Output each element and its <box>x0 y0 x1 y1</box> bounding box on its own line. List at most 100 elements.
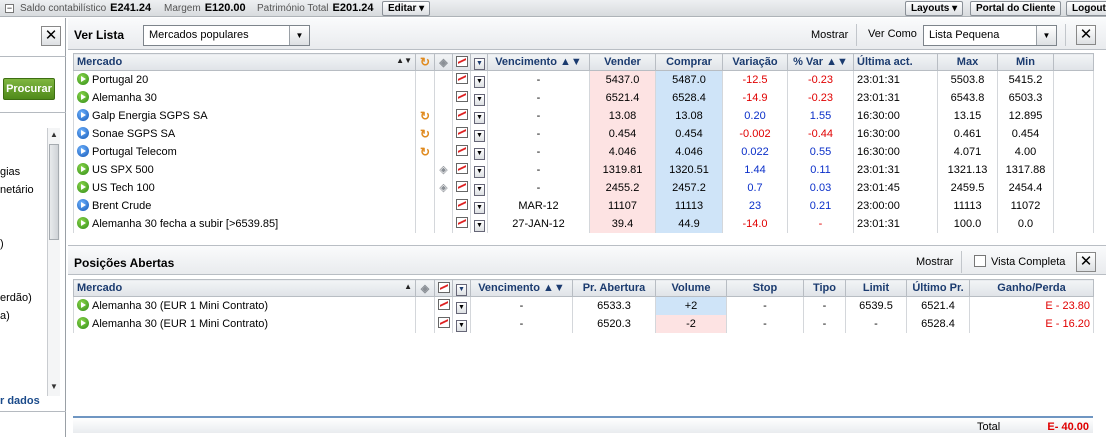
sort-icon[interactable]: ▲▼ <box>543 282 565 294</box>
dropdown-icon[interactable]: ▼ <box>474 93 485 106</box>
chevron-down-icon[interactable]: ▼ <box>289 26 309 45</box>
play-icon[interactable] <box>77 127 89 139</box>
menu-cell[interactable]: ▼ <box>470 124 488 143</box>
market-name-cell[interactable]: US Tech 100 <box>73 178 416 197</box>
col-vender[interactable]: Vender <box>589 53 656 71</box>
col-comprar[interactable]: Comprar <box>655 53 723 71</box>
positions-mostrar-button[interactable]: Mostrar <box>916 256 953 268</box>
menu-cell[interactable]: ▼ <box>470 214 488 233</box>
table-row[interactable]: Alemanha 30 fecha a subir [>6539.85] ▼ 27-… <box>73 214 1094 233</box>
table-row[interactable]: Portugal Telecom ↻ ▼ -4.046 4.046 0.022 0.55 16… <box>73 142 1094 161</box>
scrollbar[interactable]: ▲ ▼ <box>47 128 60 396</box>
menu-cell[interactable]: ▼ <box>470 70 488 89</box>
sell-price-cell[interactable]: 13.08 <box>589 106 656 125</box>
limit-cell[interactable]: - <box>845 314 907 333</box>
close-icon[interactable]: ✕ <box>1076 25 1096 45</box>
table-row[interactable]: Galp Energia SGPS SA ↻ ▼ -13.08 13.08 0.20 1.5… <box>73 106 1094 125</box>
col-pvar[interactable]: % Var ▲▼ <box>787 53 854 71</box>
chart-icon[interactable] <box>438 299 450 311</box>
menu-cell[interactable]: ▼ <box>470 160 488 179</box>
dropdown-icon[interactable]: ▼ <box>456 301 467 314</box>
sort-icon[interactable]: ▲ <box>404 282 412 291</box>
menu-cell[interactable]: ▼ <box>470 142 488 161</box>
market-name-cell[interactable]: Portugal Telecom <box>73 142 416 161</box>
market-name-cell[interactable]: US SPX 500 <box>73 160 416 179</box>
buy-price-cell[interactable]: 5487.0 <box>655 70 723 89</box>
col-tipo[interactable]: Tipo <box>803 279 846 297</box>
dropdown-icon[interactable]: ▼ <box>474 219 485 232</box>
menu-cell[interactable]: ▼ <box>470 196 488 215</box>
position-market-name[interactable]: Alemanha 30 (EUR 1 Mini Contrato) <box>92 300 268 312</box>
play-icon[interactable] <box>77 199 89 211</box>
chart-cell[interactable] <box>452 70 471 89</box>
limit-cell[interactable]: 6539.5 <box>845 296 907 315</box>
chart-cell[interactable] <box>452 214 471 233</box>
market-name[interactable]: US SPX 500 <box>92 164 154 176</box>
chart-icon[interactable] <box>456 91 468 102</box>
menu-cell[interactable]: ▼ <box>470 106 488 125</box>
portal-cliente-button[interactable]: Portal do Cliente <box>970 1 1062 16</box>
chart-icon[interactable] <box>456 199 468 210</box>
chart-cell[interactable] <box>434 296 453 315</box>
table-row[interactable]: Alemanha 30 ▼ -6521.4 6528.4 -14.9 -0.23 23:01… <box>73 88 1094 107</box>
stop-cell[interactable]: - <box>726 296 804 315</box>
list-item[interactable]: ) <box>0 238 4 250</box>
chart-icon[interactable] <box>456 73 468 85</box>
sync-icon[interactable]: ↻ <box>420 127 430 141</box>
buy-price-cell[interactable]: 0.454 <box>655 124 723 143</box>
dropdown-icon[interactable]: ▼ <box>456 319 467 332</box>
dropdown-icon[interactable]: ▼ <box>474 201 485 214</box>
market-name[interactable]: Alemanha 30 fecha a subir [>6539.85] <box>92 218 278 230</box>
market-name[interactable]: US Tech 100 <box>92 182 155 194</box>
table-row[interactable]: Brent Crude ▼ MAR-12 11107 11113 23 0.21 23:00:… <box>73 196 1094 215</box>
col-stop[interactable]: Stop <box>726 279 804 297</box>
chart-cell[interactable] <box>452 106 471 125</box>
sync-icon[interactable]: ↻ <box>420 109 430 123</box>
dropdown-icon[interactable]: ▼ <box>474 75 485 88</box>
menu-cell[interactable]: ▼ <box>470 178 488 197</box>
scroll-down-icon[interactable]: ▼ <box>50 382 58 391</box>
sort-icon[interactable]: ▲▼ <box>826 56 848 68</box>
col-ultimo-pr[interactable]: Último Pr. <box>906 279 970 297</box>
watchlist-select[interactable]: Mercados populares ▼ <box>143 25 310 46</box>
sort-icon[interactable]: ▲▼ <box>560 56 582 68</box>
table-row[interactable]: US Tech 100 ◈ ▼ -2455.2 2457.2 0.7 0.03 23:01:4… <box>73 178 1094 197</box>
stop-cell[interactable]: - <box>726 314 804 333</box>
table-row[interactable]: Sonae SGPS SA ↻ ▼ -0.454 0.454 -0.002 -0.44 16:… <box>73 124 1094 143</box>
col-vencimento[interactable]: Vencimento ▲▼ <box>487 53 590 71</box>
scrollbar-thumb[interactable] <box>49 144 59 240</box>
play-icon[interactable] <box>77 317 89 329</box>
buy-price-cell[interactable]: 6528.4 <box>655 88 723 107</box>
position-market-cell[interactable]: Alemanha 30 (EUR 1 Mini Contrato) <box>73 314 416 333</box>
sell-price-cell[interactable]: 1319.81 <box>589 160 656 179</box>
col-ganho-perda[interactable]: Ganho/Perda <box>969 279 1094 297</box>
table-row[interactable]: Portugal 20 ▼ -5437.0 5487.0 -12.5 -0.23 23:01… <box>73 70 1094 89</box>
chart-icon[interactable] <box>456 127 468 138</box>
volume-cell[interactable]: -2 <box>655 314 727 333</box>
chart-icon[interactable] <box>456 145 468 156</box>
buy-price-cell[interactable]: 13.08 <box>655 106 723 125</box>
tag-icon[interactable]: ◈ <box>439 182 447 194</box>
dropdown-icon[interactable]: ▼ <box>474 183 485 196</box>
sell-price-cell[interactable]: 2455.2 <box>589 178 656 197</box>
editar-menu-button[interactable]: Editar ▾ <box>382 1 431 16</box>
more-data-link[interactable]: r dados <box>0 395 40 407</box>
col-vencimento[interactable]: Vencimento ▲▼ <box>470 279 573 297</box>
close-icon[interactable]: ✕ <box>41 26 61 46</box>
market-name-cell[interactable]: Galp Energia SGPS SA <box>73 106 416 125</box>
play-icon[interactable] <box>77 217 89 229</box>
chart-cell[interactable] <box>434 314 453 333</box>
list-item[interactable]: netário <box>0 184 34 196</box>
chart-cell[interactable] <box>452 160 471 179</box>
menu-cell[interactable]: ▼ <box>470 88 488 107</box>
market-name[interactable]: Brent Crude <box>92 200 151 212</box>
market-name[interactable]: Alemanha 30 <box>92 92 157 104</box>
play-icon[interactable] <box>77 181 89 193</box>
buy-price-cell[interactable]: 44.9 <box>655 214 723 233</box>
dropdown-icon[interactable]: ▼ <box>474 129 485 142</box>
col-variacao[interactable]: Variação <box>722 53 788 71</box>
chart-icon[interactable] <box>456 163 468 174</box>
chart-cell[interactable] <box>452 178 471 197</box>
buy-price-cell[interactable]: 4.046 <box>655 142 723 161</box>
chart-cell[interactable] <box>452 142 471 161</box>
